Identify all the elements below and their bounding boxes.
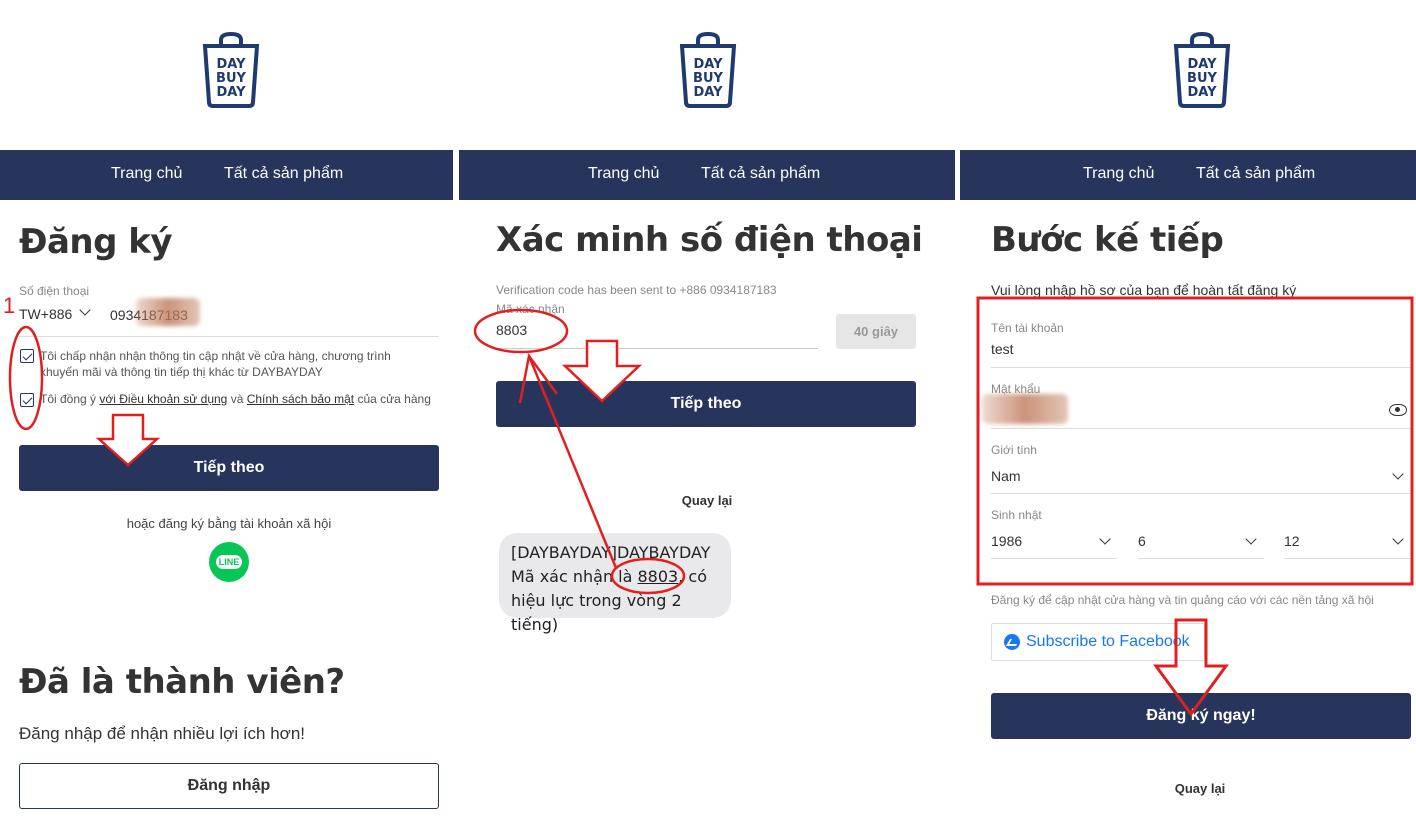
password-input[interactable] — [982, 394, 1068, 424]
divider — [991, 493, 1411, 494]
consent-terms-text: Tôi đồng ý với Điều khoản sử dụng và Chí… — [40, 392, 431, 406]
logo-line-3: DAY — [693, 85, 723, 100]
username-label: Tên tài khoản — [991, 321, 1064, 335]
chevron-down-icon[interactable] — [1392, 533, 1404, 545]
daybuyday-logo[interactable]: DAY BUY DAY — [201, 32, 261, 108]
birth-day-select[interactable]: 12 — [1284, 533, 1300, 549]
birthday-label: Sinh nhật — [991, 508, 1042, 522]
code-sent-text: Verification code has been sent to +886 … — [496, 283, 777, 297]
logo-line-1: DAY — [693, 57, 723, 72]
code-input[interactable]: 8803 — [496, 322, 527, 338]
nav-home[interactable]: Trang chủ — [111, 165, 182, 183]
daybuyday-logo[interactable]: DAY BUY DAY — [678, 32, 738, 108]
chevron-down-icon[interactable] — [1245, 533, 1257, 545]
nav-all-products[interactable]: Tất cả sản phẩm — [224, 165, 343, 183]
facebook-subscribe-button[interactable]: Subscribe to Facebook — [991, 623, 1205, 661]
member-title: Đã là thành viên? — [19, 662, 345, 702]
back-link[interactable]: Quay lại — [459, 493, 955, 508]
birth-month-select[interactable]: 6 — [1138, 533, 1146, 549]
terms-link[interactable]: với Điều khoản sử dụng — [99, 392, 227, 406]
code-input-underline — [496, 348, 818, 349]
member-text: Đăng nhập để nhận nhiều lợi ích hơn! — [19, 724, 306, 743]
page-subtitle: Vui lòng nhập hồ sơ của bạn để hoàn tất … — [991, 282, 1297, 298]
social-signup-text: hoặc đăng ký bằng tài khoản xã hội — [126, 516, 332, 531]
logo-line-3: DAY — [216, 85, 246, 100]
main-nav: Trang chủ Tất cả sản phẩm — [459, 150, 955, 200]
next-button[interactable]: Tiếp theo — [496, 381, 916, 427]
country-code-select[interactable]: TW+886 — [19, 306, 72, 322]
divider — [991, 367, 1411, 368]
main-nav: Trang chủ Tất cả sản phẩm — [0, 150, 453, 200]
gender-label: Giới tính — [991, 443, 1037, 457]
username-input[interactable]: test — [991, 341, 1014, 357]
page-title: Xác minh số điện thoại — [496, 220, 923, 260]
profile-panel: DAY BUY DAY Trang chủ Tất cả sản phẩm Bư… — [960, 0, 1416, 830]
page-title: Đăng ký — [19, 222, 173, 262]
verify-panel: DAY BUY DAY Trang chủ Tất cả sản phẩm Xá… — [459, 0, 955, 830]
divider — [991, 428, 1411, 429]
nav-home[interactable]: Trang chủ — [588, 165, 659, 183]
sms-message-bubble: [DAYBAYDAY]DAYBAYDAY Mã xác nhận là 8803… — [499, 533, 731, 634]
main-nav: Trang chủ Tất cả sản phẩm — [960, 150, 1416, 200]
back-link[interactable]: Quay lại — [960, 781, 1416, 796]
sms-code: 8803 — [637, 567, 679, 586]
nav-all-products[interactable]: Tất cả sản phẩm — [1196, 165, 1315, 183]
register-panel: DAY BUY DAY Trang chủ Tất cả sản phẩm Đă… — [0, 0, 453, 830]
logo-line-1: DAY — [1187, 57, 1217, 72]
chevron-down-icon[interactable] — [1099, 533, 1111, 545]
phone-label: Số điện thoại — [19, 284, 90, 298]
divider — [19, 336, 439, 337]
nav-home[interactable]: Trang chủ — [1083, 165, 1154, 183]
next-button[interactable]: Tiếp theo — [19, 445, 439, 491]
redaction-blur — [136, 298, 200, 326]
divider — [1284, 558, 1411, 559]
code-label: Mã xác nhận — [496, 302, 565, 316]
logo-line-2: BUY — [1187, 71, 1217, 86]
nav-all-products[interactable]: Tất cả sản phẩm — [701, 165, 820, 183]
daybuyday-logo[interactable]: DAY BUY DAY — [1172, 32, 1232, 108]
messenger-icon — [1004, 634, 1020, 650]
logo-line-2: BUY — [216, 71, 246, 86]
consent-marketing-text: Tôi chấp nhận nhận thông tin cập nhật về… — [40, 349, 391, 379]
birth-year-select[interactable]: 1986 — [991, 533, 1022, 549]
chevron-down-icon[interactable] — [79, 304, 91, 316]
chevron-down-icon[interactable] — [1392, 468, 1404, 480]
login-button[interactable]: Đăng nhập — [19, 763, 439, 809]
logo-line-3: DAY — [1187, 85, 1217, 100]
line-login-icon[interactable]: LINE — [209, 542, 249, 582]
divider — [991, 558, 1117, 559]
eye-icon[interactable] — [1389, 404, 1407, 416]
annotation-overlay: 1 — [3, 293, 161, 467]
consent-marketing-checkbox[interactable] — [20, 349, 34, 363]
register-now-button[interactable]: Đăng ký ngay! — [991, 693, 1411, 739]
step-number: 1 — [3, 293, 15, 318]
logo-line-1: DAY — [216, 57, 246, 72]
logo-line-2: BUY — [693, 71, 723, 86]
divider — [1138, 558, 1264, 559]
page-title: Bước kế tiếp — [991, 220, 1224, 260]
resend-timer-button[interactable]: 40 giây — [836, 314, 916, 349]
consent-terms-checkbox[interactable] — [20, 393, 34, 407]
social-subscribe-text: Đăng ký để cập nhật cửa hàng và tin quản… — [991, 593, 1374, 607]
gender-select[interactable]: Nam — [991, 468, 1021, 484]
privacy-link[interactable]: Chính sách bảo mật — [247, 392, 354, 406]
